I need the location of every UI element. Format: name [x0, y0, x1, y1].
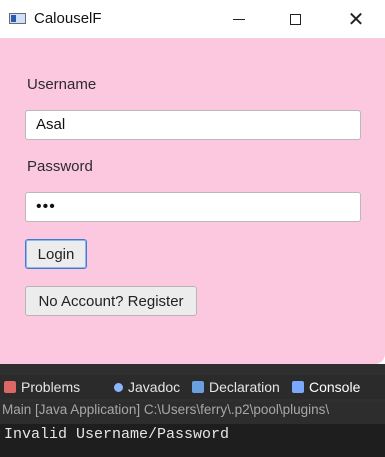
- maximize-button[interactable]: [272, 0, 318, 38]
- tab-label: Console: [309, 379, 361, 395]
- tab-declaration[interactable]: Declaration: [192, 379, 280, 395]
- problems-icon: [4, 381, 16, 393]
- register-button[interactable]: No Account? Register: [25, 286, 197, 316]
- console-output: Invalid Username/Password: [0, 424, 385, 457]
- tab-console[interactable]: Console: [292, 379, 360, 395]
- launch-path: Main [Java Application] C:\Users\ferry\.…: [0, 402, 385, 424]
- minimize-icon: [233, 18, 245, 20]
- tab-problems[interactable]: Problems: [4, 379, 80, 395]
- javadoc-icon: [114, 382, 123, 392]
- username-input[interactable]: Asal: [25, 110, 361, 140]
- tab-label: Javadoc: [128, 379, 181, 395]
- ide-view-tabs: Problems Javadoc Declaration Console: [0, 375, 385, 399]
- tab-javadoc[interactable]: Javadoc: [114, 379, 180, 395]
- close-button[interactable]: ✕: [333, 0, 379, 38]
- app-window-icon: [9, 13, 26, 24]
- close-icon: ✕: [347, 8, 365, 31]
- password-label: Password: [27, 158, 93, 175]
- maximize-icon: [289, 13, 301, 25]
- tab-label: Declaration: [209, 379, 280, 395]
- tab-label: Problems: [21, 379, 81, 395]
- window-titlebar: CalouselF ✕: [0, 0, 385, 38]
- declaration-icon: [192, 381, 204, 393]
- console-icon: [292, 381, 304, 393]
- login-form-panel: Username Asal Password ••• Login No Acco…: [0, 38, 385, 364]
- username-label: Username: [27, 76, 97, 93]
- login-button[interactable]: Login: [25, 239, 87, 269]
- minimize-button[interactable]: [216, 0, 262, 38]
- window-title: CalouselF: [34, 10, 102, 27]
- password-input[interactable]: •••: [25, 192, 361, 222]
